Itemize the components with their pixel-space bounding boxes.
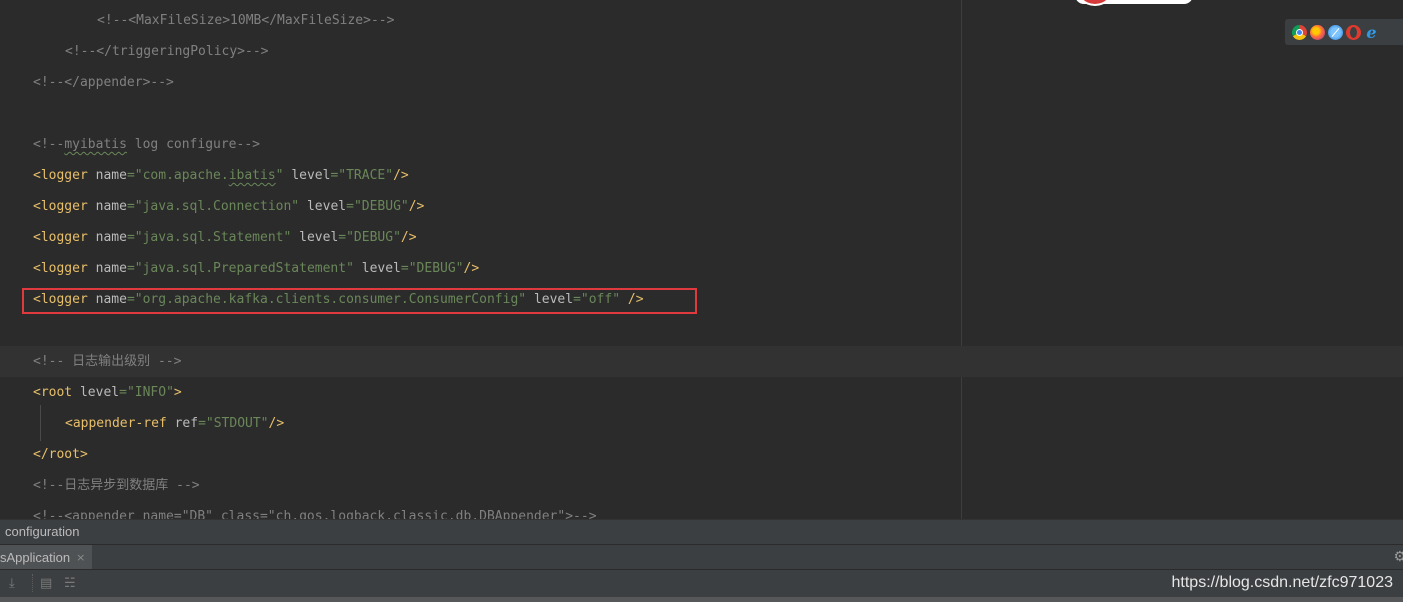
code-line[interactable]: <logger name="java.sql.Statement" level=… (0, 222, 1403, 253)
toolbar-divider (32, 574, 34, 592)
code-line[interactable]: <!--<MaxFileSize>10MB</MaxFileSize>--> (0, 5, 1403, 36)
comment-token: >10MB</ (222, 13, 278, 28)
tag-end-token: /> (400, 230, 417, 245)
tab-run-application[interactable]: sApplication × (0, 545, 92, 569)
value-token: "INFO" (126, 385, 174, 400)
comment-token: >--> (363, 13, 395, 28)
spelling-warning-token: ibatis (228, 168, 276, 183)
tag-token: <logger (33, 199, 88, 214)
code-line[interactable]: </root> (0, 439, 1403, 470)
code-line[interactable]: <logger name="java.sql.Connection" level… (0, 191, 1403, 222)
bottom-edge (0, 597, 1403, 602)
attribute-token: name (95, 261, 127, 276)
comment-token: <!-- (33, 137, 65, 152)
tag-token: <logger (33, 261, 88, 276)
comment-token: MaxFileSize (277, 13, 364, 28)
ie-icon[interactable]: e (1364, 24, 1379, 40)
value-token: "java.sql.Connection" (134, 199, 300, 214)
value-token: "STDOUT" (205, 416, 269, 431)
tag-token: <logger (33, 168, 88, 183)
tab-label: sApplication (0, 549, 71, 565)
tag-end-token: /> (463, 261, 480, 276)
code-line[interactable]: <root level="INFO"> (0, 377, 1403, 408)
run-tab-bar: sApplication × ⚙ (0, 544, 1403, 569)
code-line-current[interactable]: <!-- 日志输出级别 --> (0, 346, 1403, 377)
value-token: "TRACE" (338, 168, 394, 183)
attribute-token: level (361, 261, 401, 276)
attribute-token: level (306, 199, 347, 214)
code-line[interactable]: <!--<appender name="DB" class="ch.qos.lo… (0, 501, 1403, 519)
scroll-to-end-icon[interactable]: ⤓ (9, 576, 15, 591)
comment-token: <!-- 日志输出级别 --> (33, 354, 182, 369)
tag-end-token: /> (393, 168, 409, 183)
attribute-token: level (299, 230, 339, 245)
comment-token: <!--<appender name="DB" class="ch.qos.lo… (33, 509, 597, 519)
breadcrumb-item[interactable]: configuration (5, 524, 79, 539)
spelling-warning-token: myibatis (64, 137, 127, 152)
comment-token: <!--</appender>--> (33, 75, 174, 90)
comment-token: <!--< (97, 13, 137, 28)
value-token: "com.apache. (134, 168, 229, 183)
red-highlight-box (22, 288, 697, 314)
value-token: "java.sql.PreparedStatement" (134, 261, 354, 276)
watermark-url: https://blog.csdn.net/zfc971023 (1171, 574, 1393, 591)
firefox-icon[interactable] (1310, 24, 1325, 40)
attribute-token: level (79, 385, 120, 400)
value-token: "DEBUG" (346, 230, 401, 245)
gear-icon[interactable]: ⚙ (1393, 549, 1403, 565)
tag-end-token: > (173, 385, 182, 400)
attribute-token: level (291, 168, 331, 183)
code-editor[interactable]: <!--<MaxFileSize>10MB</MaxFileSize>--> <… (0, 0, 1403, 519)
code-line[interactable]: <logger name="com.apache.ibatis" level="… (0, 160, 1403, 191)
code-line[interactable]: <logger name="java.sql.PreparedStatement… (0, 253, 1403, 284)
code-line[interactable]: <!--</appender>--> (0, 67, 1403, 98)
safari-icon[interactable] (1328, 24, 1343, 40)
tag-token: <root (33, 385, 73, 400)
comment-token: <!--</triggeringPolicy>--> (65, 44, 269, 59)
comment-token: MaxFileSize (136, 13, 223, 28)
tag-end-token: /> (268, 416, 285, 431)
layout-icon[interactable]: ▤ (40, 576, 52, 591)
attribute-token: name (95, 168, 127, 183)
tag-end-token: /> (408, 199, 425, 214)
value-token: " (275, 168, 284, 183)
breadcrumb: configuration (0, 519, 1403, 544)
value-token: "DEBUG" (408, 261, 464, 276)
close-icon[interactable]: × (76, 551, 85, 564)
chrome-icon[interactable] (1292, 24, 1307, 40)
browser-preview-bar: e (1285, 19, 1403, 45)
attribute-token: name (95, 199, 127, 214)
tag-token: <logger (33, 230, 88, 245)
code-line[interactable]: <!--myibatis log configure--> (0, 129, 1403, 160)
filter-icon[interactable]: ☵ (64, 576, 76, 591)
value-token: "DEBUG" (353, 199, 409, 214)
opera-icon[interactable] (1346, 24, 1361, 40)
comment-token: log configure--> (126, 137, 260, 152)
run-toolbar: ⤓ ▤ ☵ https://blog.csdn.net/zfc971023 (0, 569, 1403, 597)
code-line[interactable]: <appender-ref ref="STDOUT"/> (0, 408, 1403, 439)
attribute-token: name (95, 230, 127, 245)
attribute-token: ref (174, 416, 199, 431)
comment-token: <!--日志异步到数据库 --> (33, 478, 200, 493)
tag-token: <appender-ref (65, 416, 167, 431)
value-token: "java.sql.Statement" (134, 230, 292, 245)
code-line[interactable]: <!--</triggeringPolicy>--> (0, 36, 1403, 67)
code-line[interactable]: <!--日志异步到数据库 --> (0, 470, 1403, 501)
tag-token: </root> (33, 447, 88, 462)
